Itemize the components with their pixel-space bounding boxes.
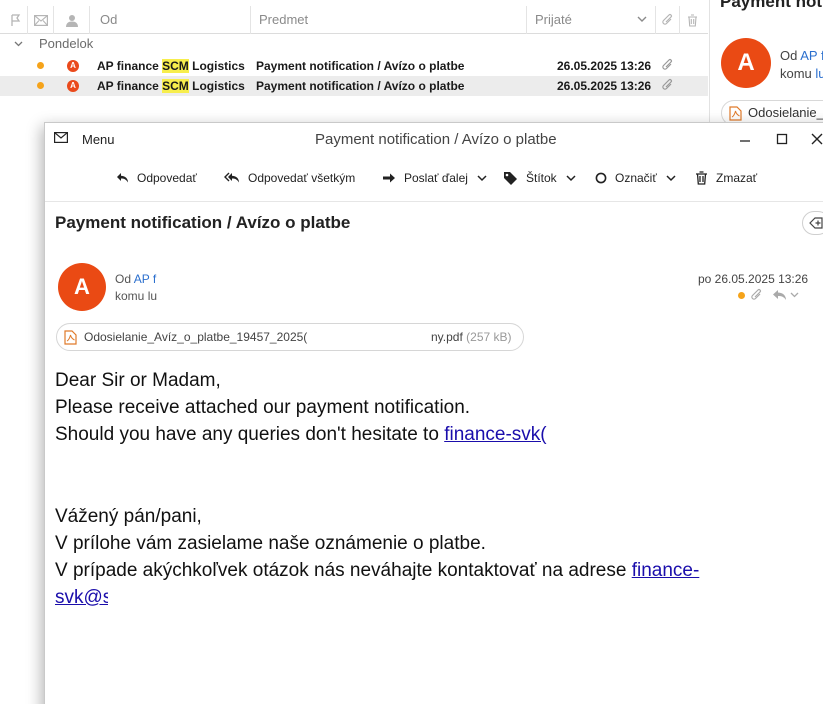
- close-icon: [811, 133, 823, 145]
- reply-button[interactable]: Odpovedať: [116, 163, 197, 193]
- chevron-down-icon: [477, 174, 487, 181]
- mark-button[interactable]: Označiť: [595, 163, 676, 193]
- row-date: 26.05.2025 13:26: [557, 79, 652, 93]
- minimize-button[interactable]: [735, 129, 755, 149]
- trash-column-icon[interactable]: [680, 6, 704, 34]
- finance-email-link-sk-cont[interactable]: svk@s: [55, 584, 108, 611]
- sender-avatar-icon: A: [67, 60, 79, 72]
- message-row[interactable]: A AP finance SCM Logistics ... Payment n…: [0, 56, 708, 76]
- column-subject-label: Predmet: [259, 12, 309, 27]
- envelope-column-icon[interactable]: [28, 6, 54, 34]
- recipient-link[interactable]: lu: [148, 289, 157, 303]
- row-sender: AP finance SCM Logistics ...: [97, 59, 247, 73]
- sender-link[interactable]: AP f: [134, 272, 156, 286]
- pdf-file-icon: [64, 330, 77, 345]
- forward-arrow-icon: [383, 173, 395, 183]
- row-date: 26.05.2025 13:26: [557, 59, 652, 73]
- window-title: Payment notification / Avízo o platbe: [315, 131, 557, 148]
- column-subject[interactable]: Predmet: [251, 6, 527, 34]
- envelope-menu-icon[interactable]: [54, 132, 68, 143]
- row-sender: AP finance SCM Logistics ...: [97, 79, 247, 93]
- sort-chevron-down-icon: [637, 16, 647, 22]
- column-from[interactable]: Od: [90, 6, 251, 34]
- message-list-header: Od Predmet Prijaté: [0, 6, 708, 34]
- column-received-label: Prijaté: [535, 12, 572, 27]
- attachment-name: Odosielanie_Avíz_o_platbe_19457_2025(: [84, 330, 308, 344]
- maximize-icon: [776, 133, 788, 145]
- reply-arrow-icon: [117, 173, 128, 183]
- tag-button[interactable]: Štítok: [503, 163, 576, 193]
- sender-avatar[interactable]: A: [58, 263, 106, 311]
- body-line-sk-3: svk@s: [55, 584, 108, 611]
- attachment-paperclip-icon: [662, 59, 672, 70]
- forward-button[interactable]: Poslať ďalej: [382, 163, 487, 193]
- preview-sender-link[interactable]: AP f: [800, 48, 823, 63]
- close-button[interactable]: [807, 129, 823, 149]
- reply-all-button[interactable]: Odpovedať všetkým: [224, 163, 355, 193]
- maximize-button[interactable]: [772, 129, 792, 149]
- body-line-sk-1: V prílohe vám zasielame naše oznámenie o…: [55, 533, 486, 554]
- reply-arrow-icon[interactable]: [772, 289, 788, 301]
- message-subject: Payment notification / Avízo o platbe: [55, 213, 351, 232]
- from-line: Od AP f: [115, 272, 157, 286]
- body-line-sk-2: V prípade akýchkoľvek otázok nás neváhaj…: [55, 560, 700, 581]
- window-titlebar[interactable]: Menu Payment notification / Avízo o plat…: [45, 123, 823, 155]
- collapse-chevron-icon[interactable]: [14, 41, 23, 47]
- chevron-down-icon[interactable]: [790, 292, 799, 298]
- tag-icon: [504, 171, 517, 185]
- attachment-paperclip-icon: [662, 79, 672, 90]
- minimize-icon: [740, 140, 750, 142]
- unread-dot-icon: [37, 62, 44, 69]
- sender-avatar-icon: A: [67, 80, 79, 92]
- preview-subject: Payment notification: [720, 0, 823, 11]
- attachment-pill[interactable]: Odosielanie_Avíz_o_platbe_19457_2025( ny…: [56, 323, 524, 351]
- message-toolbar: Odpovedať Odpovedať všetkým Poslať ďalej…: [45, 163, 823, 193]
- finance-email-link[interactable]: finance-svk(: [444, 421, 552, 448]
- contact-column-icon[interactable]: [54, 6, 90, 34]
- reply-all-arrow-icon: [224, 172, 239, 183]
- tag-add-icon: [808, 217, 823, 229]
- chevron-down-icon: [666, 174, 676, 181]
- message-window: Menu Payment notification / Avízo o plat…: [44, 122, 823, 704]
- chevron-down-icon: [566, 174, 576, 181]
- preview-attachment-name: Odosielanie_: [748, 105, 823, 120]
- message-status-icons: [738, 288, 799, 302]
- trash-icon: [696, 171, 707, 185]
- body-greeting-en: Dear Sir or Madam,: [55, 370, 221, 391]
- column-from-label: Od: [100, 12, 118, 27]
- message-row-selected[interactable]: A AP finance SCM Logistics ... Payment n…: [0, 76, 708, 96]
- message-date: po 26.05.2025 13:26: [698, 272, 809, 286]
- toolbar-divider: [45, 201, 823, 202]
- column-received[interactable]: Prijaté: [527, 6, 656, 34]
- body-line-en-1: Please receive attached our payment noti…: [55, 397, 471, 418]
- body-greeting-sk: Vážený pán/pani,: [55, 506, 202, 527]
- preview-recipient-link[interactable]: lu: [815, 66, 823, 81]
- preview-to-line: komu lu: [780, 66, 823, 81]
- menu-button[interactable]: Menu: [82, 132, 115, 147]
- attachment-extension: ny.pdf (257 kB): [431, 330, 512, 344]
- paperclip-icon: [751, 289, 761, 300]
- finance-email-link-sk[interactable]: finance-: [632, 560, 700, 581]
- date-group-label: Pondelok: [39, 36, 94, 51]
- unread-dot-icon[interactable]: [738, 291, 745, 299]
- flag-column-icon[interactable]: [4, 6, 28, 34]
- row-subject: Payment notification / Avízo o platbe: [256, 79, 465, 93]
- circle-mark-icon: [595, 172, 607, 184]
- pdf-file-icon: [729, 106, 742, 121]
- row-subject: Payment notification / Avízo o platbe: [256, 59, 465, 73]
- add-tag-button[interactable]: [802, 211, 823, 235]
- date-group-header[interactable]: Pondelok: [0, 34, 708, 54]
- preview-avatar[interactable]: A: [721, 38, 771, 88]
- attachment-column-icon[interactable]: [656, 6, 680, 34]
- attachment-size: (257 kB): [466, 330, 512, 344]
- to-line: komu lu: [115, 289, 158, 303]
- body-line-en-2: Should you have any queries don't hesita…: [55, 421, 552, 448]
- preview-from-line: Od AP f: [780, 48, 823, 63]
- delete-button[interactable]: Zmazať: [695, 163, 757, 193]
- unread-dot-icon: [37, 82, 44, 89]
